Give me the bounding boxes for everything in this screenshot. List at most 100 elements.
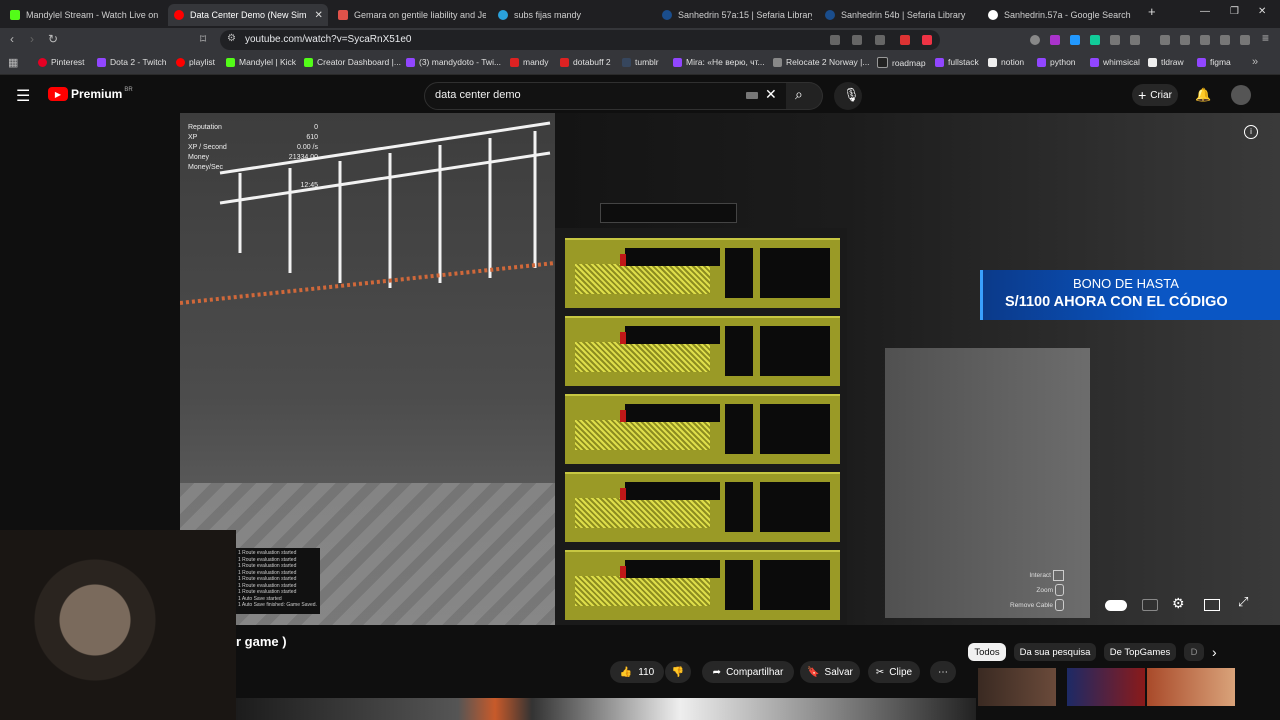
- sidebar-icon[interactable]: [1180, 35, 1190, 45]
- server-unit[interactable]: [565, 550, 840, 620]
- apps-grid-icon[interactable]: ▦: [8, 56, 18, 69]
- video-player[interactable]: Reputation 0 XP 610 XP / Second 0.00 /s Mon…: [180, 113, 1280, 625]
- keyboard-icon[interactable]: [746, 92, 758, 99]
- bookmark-pinterest[interactable]: Pinterest: [38, 57, 85, 67]
- more-bookmarks-icon[interactable]: »: [1252, 56, 1258, 68]
- bookmark-figma[interactable]: figma: [1197, 57, 1231, 67]
- reload-icon[interactable]: ↻: [48, 32, 58, 46]
- tab-icon[interactable]: [1200, 35, 1210, 45]
- restore-icon[interactable]: ❐: [1230, 6, 1239, 17]
- save-button[interactable]: 🔖 Salvar: [800, 661, 860, 683]
- shield-icon[interactable]: [1240, 35, 1250, 45]
- bookmark-relocate[interactable]: Relocate 2 Norway |...: [773, 57, 869, 67]
- forward-icon[interactable]: ›: [30, 32, 34, 46]
- share-icon[interactable]: [875, 35, 885, 45]
- extension-icon[interactable]: [1130, 35, 1140, 45]
- bookmark-whimsical[interactable]: whimsical: [1090, 57, 1140, 67]
- bookmark-notion[interactable]: notion: [988, 57, 1024, 67]
- tab-sefaria-57a[interactable]: Sanhedrin 57a:15 | Sefaria Library: [662, 4, 812, 26]
- bookmark-python[interactable]: python: [1037, 57, 1076, 67]
- close-window-icon[interactable]: ✕: [1258, 6, 1266, 17]
- tab-gemara[interactable]: Gemara on gentile liability and Jewi: [338, 4, 486, 26]
- bookmark-mandy[interactable]: mandy: [510, 57, 549, 67]
- tab-sefaria-54b[interactable]: Sanhedrin 54b | Sefaria Library: [825, 4, 975, 26]
- server-unit[interactable]: [565, 472, 840, 542]
- autoplay-toggle[interactable]: [1105, 600, 1127, 611]
- extension-icon[interactable]: [1030, 35, 1040, 45]
- save-bookmark-icon: 🔖: [807, 666, 820, 678]
- twitch-icon: [406, 57, 415, 67]
- bookmark-mira[interactable]: Mira: «Не верю, чт...: [673, 57, 765, 67]
- bookmark-label: notion: [1001, 57, 1025, 67]
- share-button[interactable]: ➦ Compartilhar: [702, 661, 794, 683]
- minimize-icon[interactable]: —: [1200, 6, 1210, 17]
- media-icon[interactable]: [1160, 35, 1170, 45]
- youtube-premium-logo[interactable]: ▶ Premium BR: [48, 87, 133, 101]
- tab-youtube-active[interactable]: Data Center Demo (New Sim ✕: [168, 4, 328, 26]
- tab-subs[interactable]: subs fijas mandy: [498, 4, 648, 26]
- recommended-thumbnail[interactable]: [1147, 668, 1235, 706]
- close-tab-icon[interactable]: ✕: [315, 10, 323, 21]
- bookmark-kick[interactable]: Mandylel | Kick: [226, 57, 296, 67]
- bookmark-tldraw[interactable]: tldraw: [1148, 57, 1184, 67]
- clip-button[interactable]: ✂ Clipe: [868, 661, 920, 683]
- extension-icon[interactable]: [1050, 35, 1060, 45]
- bookmark-page-icon[interactable]: ⌑: [200, 32, 206, 46]
- extension-icon[interactable]: [1070, 35, 1080, 45]
- fullscreen-icon[interactable]: ⤢: [1238, 594, 1248, 610]
- chip-all[interactable]: Todos: [968, 643, 1006, 661]
- dislike-button[interactable]: 👎: [665, 661, 691, 683]
- bookmark-creator-dashboard[interactable]: Creator Dashboard |...: [304, 57, 401, 67]
- bookmark-mandydoto-twitch[interactable]: (3) mandydoto - Twi...: [406, 57, 501, 67]
- bookmark-dotabuff[interactable]: dotabuff 2: [560, 57, 611, 67]
- status-led: [620, 566, 626, 578]
- menu-icon[interactable]: ≡: [1262, 31, 1269, 45]
- recommended-thumbnail[interactable]: [1067, 668, 1145, 706]
- more-actions-button[interactable]: ⋯: [930, 661, 956, 683]
- chip-more[interactable]: D: [1184, 643, 1204, 661]
- captions-icon[interactable]: [1142, 599, 1158, 611]
- notifications-bell-icon[interactable]: 🔔: [1195, 87, 1211, 103]
- translate-icon[interactable]: [830, 35, 840, 45]
- chevron-right-icon[interactable]: ›: [1212, 644, 1217, 660]
- puzzle-icon[interactable]: [1110, 35, 1120, 45]
- info-icon[interactable]: i: [1244, 125, 1258, 139]
- settings-gear-icon[interactable]: ⚙: [1172, 595, 1185, 612]
- telegram-icon: [498, 10, 508, 20]
- leo-icon[interactable]: [1220, 35, 1230, 45]
- clear-search-icon[interactable]: ✕: [765, 86, 777, 103]
- hud-label: Money: [188, 154, 210, 161]
- cast-icon[interactable]: [852, 35, 862, 45]
- avatar[interactable]: [1231, 85, 1251, 105]
- server-unit[interactable]: [565, 238, 840, 308]
- recommended-thumbnail[interactable]: [978, 668, 1056, 706]
- bookmark-playlist[interactable]: playlist: [176, 57, 215, 67]
- bookmark-fullstack[interactable]: fullstack: [935, 57, 979, 67]
- hud-label: XP / Second: [188, 144, 227, 151]
- new-tab-icon[interactable]: +: [1148, 4, 1156, 19]
- theater-mode-icon[interactable]: [1204, 599, 1220, 611]
- chip-from-topgames[interactable]: De TopGames: [1104, 643, 1176, 661]
- extension-icon[interactable]: [1090, 35, 1100, 45]
- bookmark-dota-twitch[interactable]: Dota 2 - Twitch: [97, 57, 167, 67]
- chip-from-search[interactable]: Da sua pesquisa: [1014, 643, 1096, 661]
- bookmark-tumblr[interactable]: tumblr: [622, 57, 659, 67]
- hamburger-menu-icon[interactable]: ☰: [16, 86, 30, 106]
- server-unit[interactable]: [565, 394, 840, 464]
- search-input[interactable]: data center demo: [435, 89, 521, 101]
- tab-kick[interactable]: Mandylel Stream - Watch Live on Ki: [10, 4, 160, 26]
- search-button[interactable]: [786, 82, 823, 110]
- server-unit[interactable]: [565, 316, 840, 386]
- bookmark-roadmap[interactable]: roadmap: [877, 57, 926, 68]
- rewards-icon[interactable]: [922, 35, 932, 45]
- like-button[interactable]: 👍 110: [610, 661, 664, 683]
- tab-google[interactable]: Sanhedrin.57a - Google Search: [988, 4, 1138, 26]
- logo-text: Premium: [71, 87, 123, 101]
- create-button[interactable]: + Criar: [1132, 84, 1178, 106]
- brave-shield-icon[interactable]: [900, 35, 910, 45]
- hud-value: 0: [314, 124, 318, 131]
- bookmark-label: mandy: [523, 57, 549, 67]
- back-icon[interactable]: ‹: [10, 32, 14, 46]
- site-info-icon[interactable]: ⚙: [227, 33, 236, 44]
- url-text[interactable]: youtube.com/watch?v=SycaRnX51e0: [245, 34, 412, 45]
